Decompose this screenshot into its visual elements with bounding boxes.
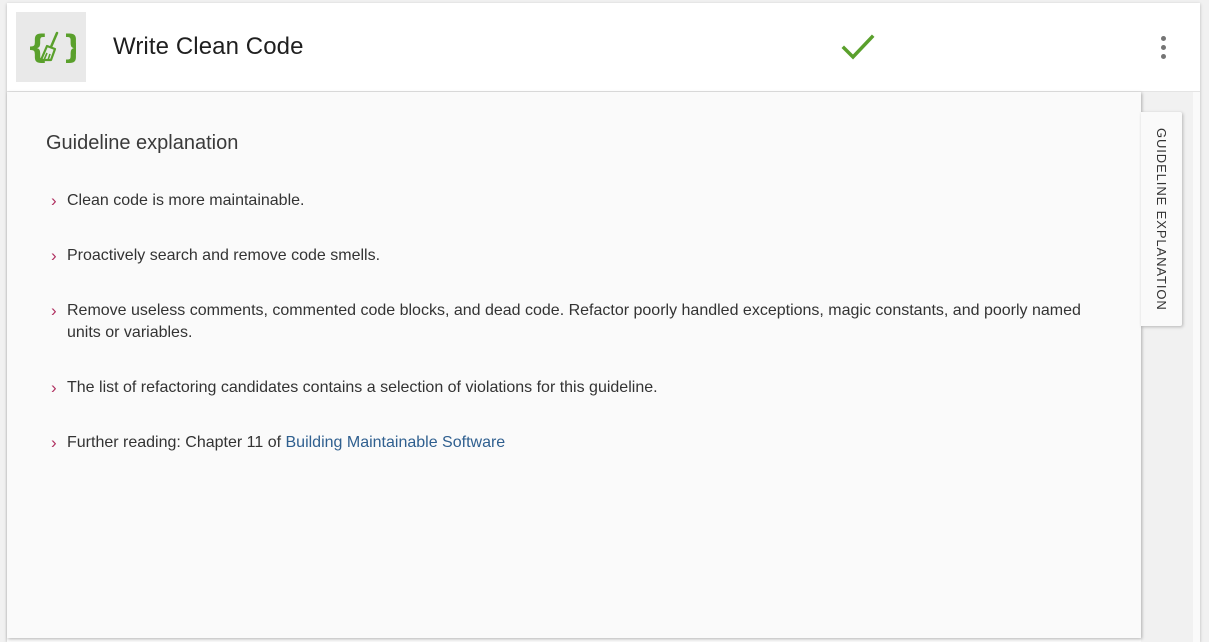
curly-braces-broom-icon: { } bbox=[26, 28, 76, 66]
list-item-further-reading: › Further reading: Chapter 11 of Buildin… bbox=[51, 432, 1081, 454]
list-item: › Remove useless comments, commented cod… bbox=[51, 300, 1081, 344]
more-vertical-icon bbox=[1160, 35, 1166, 41]
chevron-right-icon: › bbox=[51, 378, 57, 397]
check-icon bbox=[841, 34, 875, 60]
chevron-right-icon: › bbox=[51, 433, 57, 452]
guideline-card: { } Write Clean Code Guideline explanati… bbox=[7, 3, 1200, 642]
guideline-explanation-panel: Guideline explanation › Clean code is mo… bbox=[7, 92, 1141, 638]
list-item: › The list of refactoring candidates con… bbox=[51, 377, 1081, 399]
chevron-right-icon: › bbox=[51, 301, 57, 320]
card-title: Write Clean Code bbox=[113, 33, 304, 60]
list-item: › Proactively search and remove code sme… bbox=[51, 245, 1081, 267]
list-item-text: Clean code is more maintainable. bbox=[67, 192, 305, 209]
list-item-text: The list of refactoring candidates conta… bbox=[67, 379, 658, 396]
list-item: › Clean code is more maintainable. bbox=[51, 190, 1081, 212]
side-tab-label: Guideline explanation bbox=[1154, 127, 1169, 311]
svg-text:}: } bbox=[62, 28, 76, 66]
card-header: { } Write Clean Code bbox=[7, 3, 1200, 92]
list-item-text: Remove useless comments, commented code … bbox=[67, 302, 1081, 341]
list-item-text: Proactively search and remove code smell… bbox=[67, 247, 381, 264]
chevron-right-icon: › bbox=[51, 191, 57, 210]
chevron-right-icon: › bbox=[51, 246, 57, 265]
more-options-button[interactable] bbox=[1151, 29, 1175, 65]
explanation-list: › Clean code is more maintainable. › Pro… bbox=[51, 190, 1081, 487]
section-heading: Guideline explanation bbox=[46, 132, 239, 154]
tab-guideline-explanation[interactable]: Guideline explanation bbox=[1141, 112, 1182, 326]
further-reading-prefix: Further reading: Chapter 11 of bbox=[67, 434, 286, 451]
book-link[interactable]: Building Maintainable Software bbox=[286, 434, 506, 451]
guideline-logo: { } bbox=[16, 12, 86, 82]
